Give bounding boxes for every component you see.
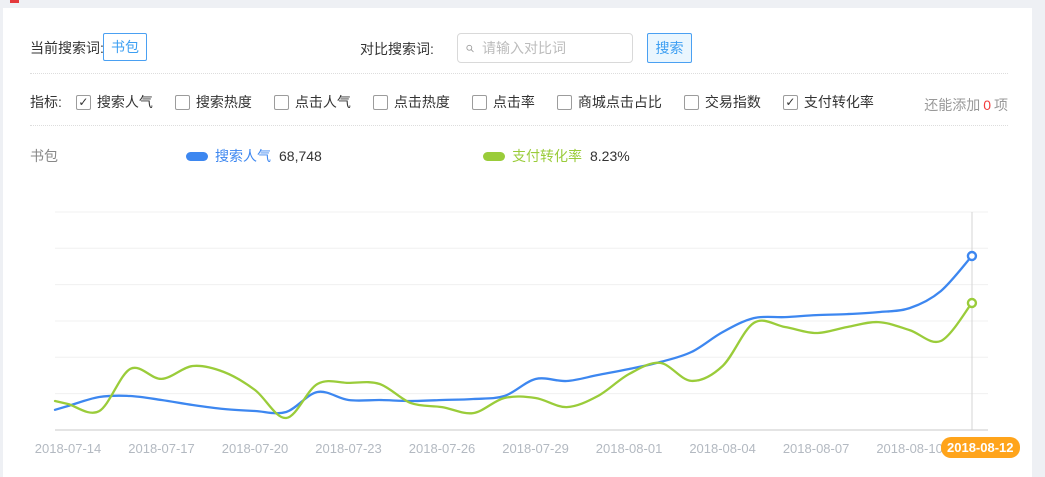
selected-date-badge: 2018-08-12 bbox=[941, 437, 1020, 458]
checkbox-icon[interactable]: ✓ bbox=[274, 95, 289, 110]
metric-checkbox-click-heat[interactable]: ✓点击热度 bbox=[373, 92, 450, 112]
checkbox-icon[interactable]: ✓ bbox=[684, 95, 699, 110]
current-term-label: 当前搜索词: bbox=[30, 38, 104, 58]
metric-checkbox-search-popularity[interactable]: ✓搜索人气 bbox=[76, 92, 153, 112]
checkbox-icon[interactable]: ✓ bbox=[175, 95, 190, 110]
compare-term-input[interactable] bbox=[480, 39, 624, 57]
checkbox-icon[interactable]: ✓ bbox=[557, 95, 572, 110]
metrics-row: 指标: ✓搜索人气 ✓搜索热度 ✓点击人气 ✓点击热度 ✓点击率 ✓商城点击占比… bbox=[30, 92, 896, 112]
legend-swatch-green bbox=[483, 152, 505, 161]
checkbox-icon[interactable]: ✓ bbox=[472, 95, 487, 110]
legend-value: 68,748 bbox=[279, 148, 322, 164]
checkbox-icon[interactable]: ✓ bbox=[783, 95, 798, 110]
top-edge-red-fragment bbox=[10, 0, 19, 3]
legend-payment-conversion[interactable]: 支付转化率 8.23% bbox=[483, 146, 630, 166]
magnifier-icon bbox=[466, 41, 474, 56]
remaining-count-number: 0 bbox=[983, 97, 991, 113]
analytics-panel: 当前搜索词: 书包 对比搜索词: 搜索 指标: ✓搜索人气 ✓搜索热度 ✓点击人… bbox=[0, 0, 1045, 477]
legend-value: 8.23% bbox=[590, 148, 630, 164]
legend-search-popularity[interactable]: 搜索人气 68,748 bbox=[186, 146, 322, 166]
remaining-count-text: 还能添加0项 bbox=[924, 95, 1008, 115]
content-card bbox=[3, 8, 1032, 477]
current-term-button[interactable]: 书包 bbox=[103, 33, 147, 61]
compare-term-label: 对比搜索词: bbox=[360, 39, 434, 59]
divider bbox=[30, 125, 1008, 126]
metrics-label: 指标: bbox=[30, 92, 62, 112]
metric-checkbox-mall-click-share[interactable]: ✓商城点击占比 bbox=[557, 92, 662, 112]
chart-keyword-label: 书包 bbox=[30, 146, 58, 166]
divider bbox=[30, 73, 1008, 74]
checkbox-icon[interactable]: ✓ bbox=[76, 95, 91, 110]
metric-checkbox-click-popularity[interactable]: ✓点击人气 bbox=[274, 92, 351, 112]
search-term-row: 当前搜索词: 书包 对比搜索词: 搜索 bbox=[30, 33, 1020, 63]
metric-checkbox-transaction-index[interactable]: ✓交易指数 bbox=[684, 92, 761, 112]
checkbox-icon[interactable]: ✓ bbox=[373, 95, 388, 110]
compare-term-inputbox[interactable] bbox=[457, 33, 633, 63]
legend-swatch-blue bbox=[186, 152, 208, 161]
metric-checkbox-click-rate[interactable]: ✓点击率 bbox=[472, 92, 535, 112]
search-button[interactable]: 搜索 bbox=[647, 33, 692, 63]
metric-checkbox-search-heat[interactable]: ✓搜索热度 bbox=[175, 92, 252, 112]
metric-checkbox-payment-conversion[interactable]: ✓支付转化率 bbox=[783, 92, 874, 112]
